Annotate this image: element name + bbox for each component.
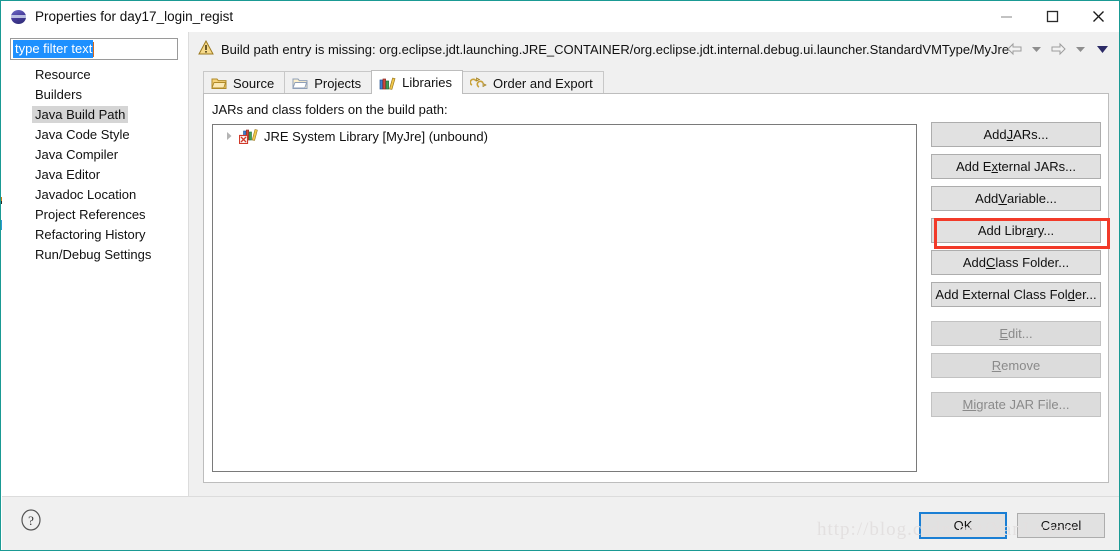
tab-source[interactable]: Source: [203, 71, 286, 94]
add-class-folder-button[interactable]: Add Class Folder...: [931, 250, 1101, 275]
sidebar-item-resource[interactable]: Resource: [2, 65, 189, 85]
migrate-jar-file-button[interactable]: Mi grate JAR File...: [931, 392, 1101, 417]
back-history-chevron-down-icon[interactable]: [1026, 40, 1046, 58]
sidebar-item-refactoring-history[interactable]: Refactoring History: [2, 225, 189, 245]
forward-button[interactable]: [1048, 40, 1068, 58]
eclipse-globe-icon: [11, 9, 27, 25]
window-controls: [983, 1, 1119, 32]
tab-source-label: Source: [233, 75, 275, 91]
tab-libraries[interactable]: Libraries: [371, 70, 464, 94]
add-library-button[interactable]: Add Libr a ry...: [931, 218, 1101, 243]
properties-dialog: Properties for day17_login_regist type f…: [0, 0, 1120, 551]
library-actions: Add J ARs... Add Ex ternal JARs... Add Var…: [931, 122, 1101, 424]
title-bar: Properties for day17_login_regist: [1, 1, 1119, 32]
add-variable-button[interactable]: Add Variable...: [931, 186, 1101, 211]
settings-content: Build path entry is missing: org.eclipse…: [189, 32, 1119, 496]
history-nav: [1004, 40, 1112, 58]
add-external-jars-button[interactable]: Add Ex ternal JARs...: [931, 154, 1101, 179]
text-caret: [93, 41, 95, 57]
order-export-icon: [470, 76, 487, 90]
list-item-label: JRE System Library [MyJre] (unbound): [264, 128, 488, 144]
warning-icon: [198, 39, 214, 58]
tab-bar: Source Projects Libraries Order and Expo…: [203, 70, 1109, 94]
add-jars-button[interactable]: Add J ARs...: [931, 122, 1101, 147]
build-path-list[interactable]: JRE System Library [MyJre] (unbound): [212, 124, 917, 472]
minimize-button[interactable]: [983, 1, 1029, 32]
filter-input-value: type filter text: [13, 40, 94, 58]
sidebar-item-project-references[interactable]: Project References: [2, 205, 189, 225]
libraries-tab-panel: JARs and class folders on the build path…: [203, 93, 1109, 483]
tab-projects-label: Projects: [314, 75, 362, 91]
sidebar-item-run-debug-settings[interactable]: Run/Debug Settings: [2, 245, 189, 265]
sidebar-item-builders[interactable]: Builders: [2, 85, 189, 105]
list-item[interactable]: JRE System Library [MyJre] (unbound): [213, 125, 916, 147]
jre-library-error-icon: [238, 128, 259, 145]
back-button[interactable]: [1004, 40, 1024, 58]
message-text: Build path entry is missing: org.eclipse…: [221, 41, 1010, 57]
sidebar-item-java-editor[interactable]: Java Editor: [2, 165, 189, 185]
maximize-button[interactable]: [1029, 1, 1075, 32]
source-folder-icon: [211, 76, 227, 90]
help-icon[interactable]: ?: [20, 509, 42, 534]
edit-button[interactable]: Edit...: [931, 321, 1101, 346]
tab-libraries-label: Libraries: [402, 75, 453, 90]
window-title: Properties for day17_login_regist: [35, 9, 234, 24]
sidebar-item-java-code-style[interactable]: Java Code Style: [2, 125, 189, 145]
tab-order-and-export-label: Order and Export: [493, 75, 593, 91]
settings-tree: Resource Builders Java Build Path Java C…: [2, 65, 189, 265]
forward-history-chevron-down-icon[interactable]: [1070, 40, 1090, 58]
tab-order-and-export[interactable]: Order and Export: [462, 71, 604, 94]
sidebar-item-javadoc-location[interactable]: Javadoc Location: [2, 185, 189, 205]
remove-button[interactable]: Remove: [931, 353, 1101, 378]
close-button[interactable]: [1075, 1, 1119, 32]
view-menu-chevron-down-icon[interactable]: [1092, 40, 1112, 58]
filter-input[interactable]: type filter text: [10, 38, 178, 60]
chevron-right-icon[interactable]: [221, 128, 237, 144]
watermark-text: http://blog.csdn.net/YanLeaon: [817, 519, 1076, 540]
message-bar: Build path entry is missing: org.eclipse…: [189, 32, 1119, 66]
libraries-books-icon: [379, 76, 396, 90]
sidebar-item-java-compiler[interactable]: Java Compiler: [2, 145, 189, 165]
settings-sidebar: type filter text Resource Builders Java …: [2, 32, 189, 496]
add-external-class-folder-button[interactable]: Add External Class Fol d er...: [931, 282, 1101, 307]
projects-folder-icon: [292, 76, 308, 90]
svg-text:?: ?: [28, 513, 34, 528]
tab-projects[interactable]: Projects: [284, 71, 373, 94]
build-path-list-label: JARs and class folders on the build path…: [212, 102, 448, 117]
sidebar-item-java-build-path[interactable]: Java Build Path: [2, 105, 189, 125]
